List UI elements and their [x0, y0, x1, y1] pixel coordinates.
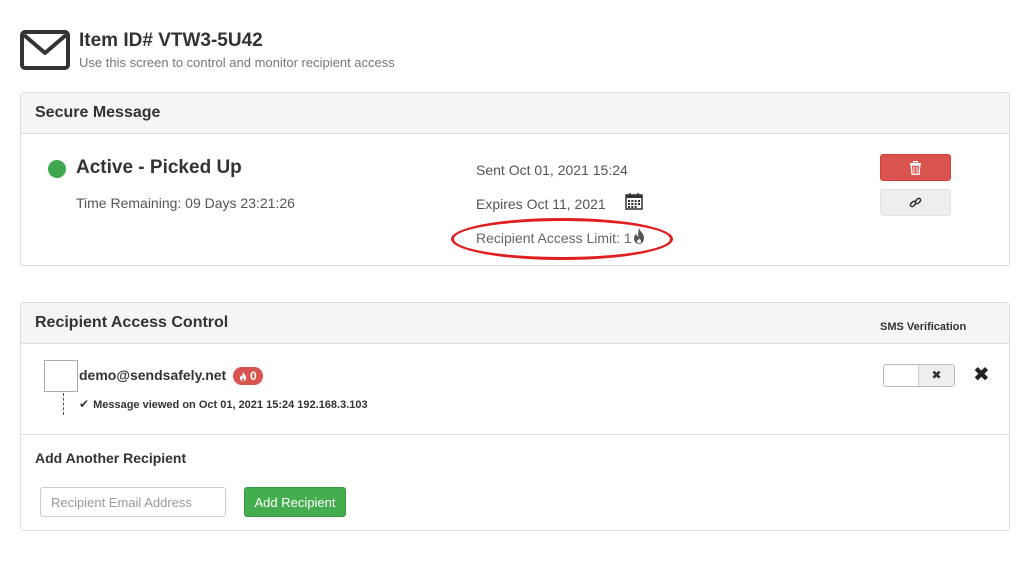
secure-message-panel-header: Secure Message: [21, 93, 1009, 134]
recipient-access-panel: Recipient Access Control SMS Verificatio…: [20, 302, 1010, 531]
copy-link-button[interactable]: [880, 189, 951, 216]
access-count-badge: 0: [233, 367, 263, 385]
add-recipient-button[interactable]: Add Recipient: [244, 487, 346, 517]
recipient-email-input[interactable]: [40, 487, 226, 517]
access-limit-highlight: [451, 218, 673, 260]
recipient-access-title: Recipient Access Control: [35, 314, 229, 331]
activity-connector: [63, 393, 64, 415]
remove-recipient-close-icon[interactable]: ✖: [973, 365, 990, 385]
page-title: Item ID# VTW3-5U42: [79, 30, 263, 51]
divider: [21, 434, 1009, 435]
avatar: [44, 360, 78, 392]
secure-message-title: Secure Message: [35, 104, 161, 121]
page-subtitle: Use this screen to control and monitor r…: [79, 55, 395, 70]
recipient-access-panel-header: Recipient Access Control SMS Verificatio…: [21, 303, 1009, 344]
sent-date: Sent Oct 01, 2021 15:24: [476, 162, 628, 178]
checkmark-icon: ✔: [79, 397, 90, 411]
link-icon: [909, 197, 922, 208]
time-remaining: Time Remaining: 09 Days 23:21:26: [76, 195, 295, 211]
message-status: Active - Picked Up: [76, 157, 242, 178]
trash-icon: [910, 161, 921, 175]
sms-verification-header: SMS Verification: [880, 321, 967, 333]
activity-text: Message viewed on Oct 01, 2021 15:24 192…: [93, 399, 368, 411]
add-recipient-title: Add Another Recipient: [35, 450, 187, 466]
sms-toggle-knob: ✖: [918, 365, 954, 386]
access-count: 0: [250, 369, 257, 383]
recipient-email: demo@sendsafely.net: [79, 367, 227, 383]
delete-message-button[interactable]: [880, 154, 951, 181]
expiry-date: Expires Oct 11, 2021: [476, 196, 606, 212]
status-indicator-icon: [48, 160, 66, 178]
sms-verification-toggle[interactable]: ✖: [883, 364, 955, 387]
envelope-icon: [20, 30, 70, 70]
recipient-activity: ✔ Message viewed on Oct 01, 2021 15:24 19…: [79, 397, 368, 411]
calendar-icon[interactable]: [625, 192, 643, 210]
fire-icon: [239, 371, 247, 382]
secure-message-panel: Secure Message Active - Picked Up Time R…: [20, 92, 1010, 266]
